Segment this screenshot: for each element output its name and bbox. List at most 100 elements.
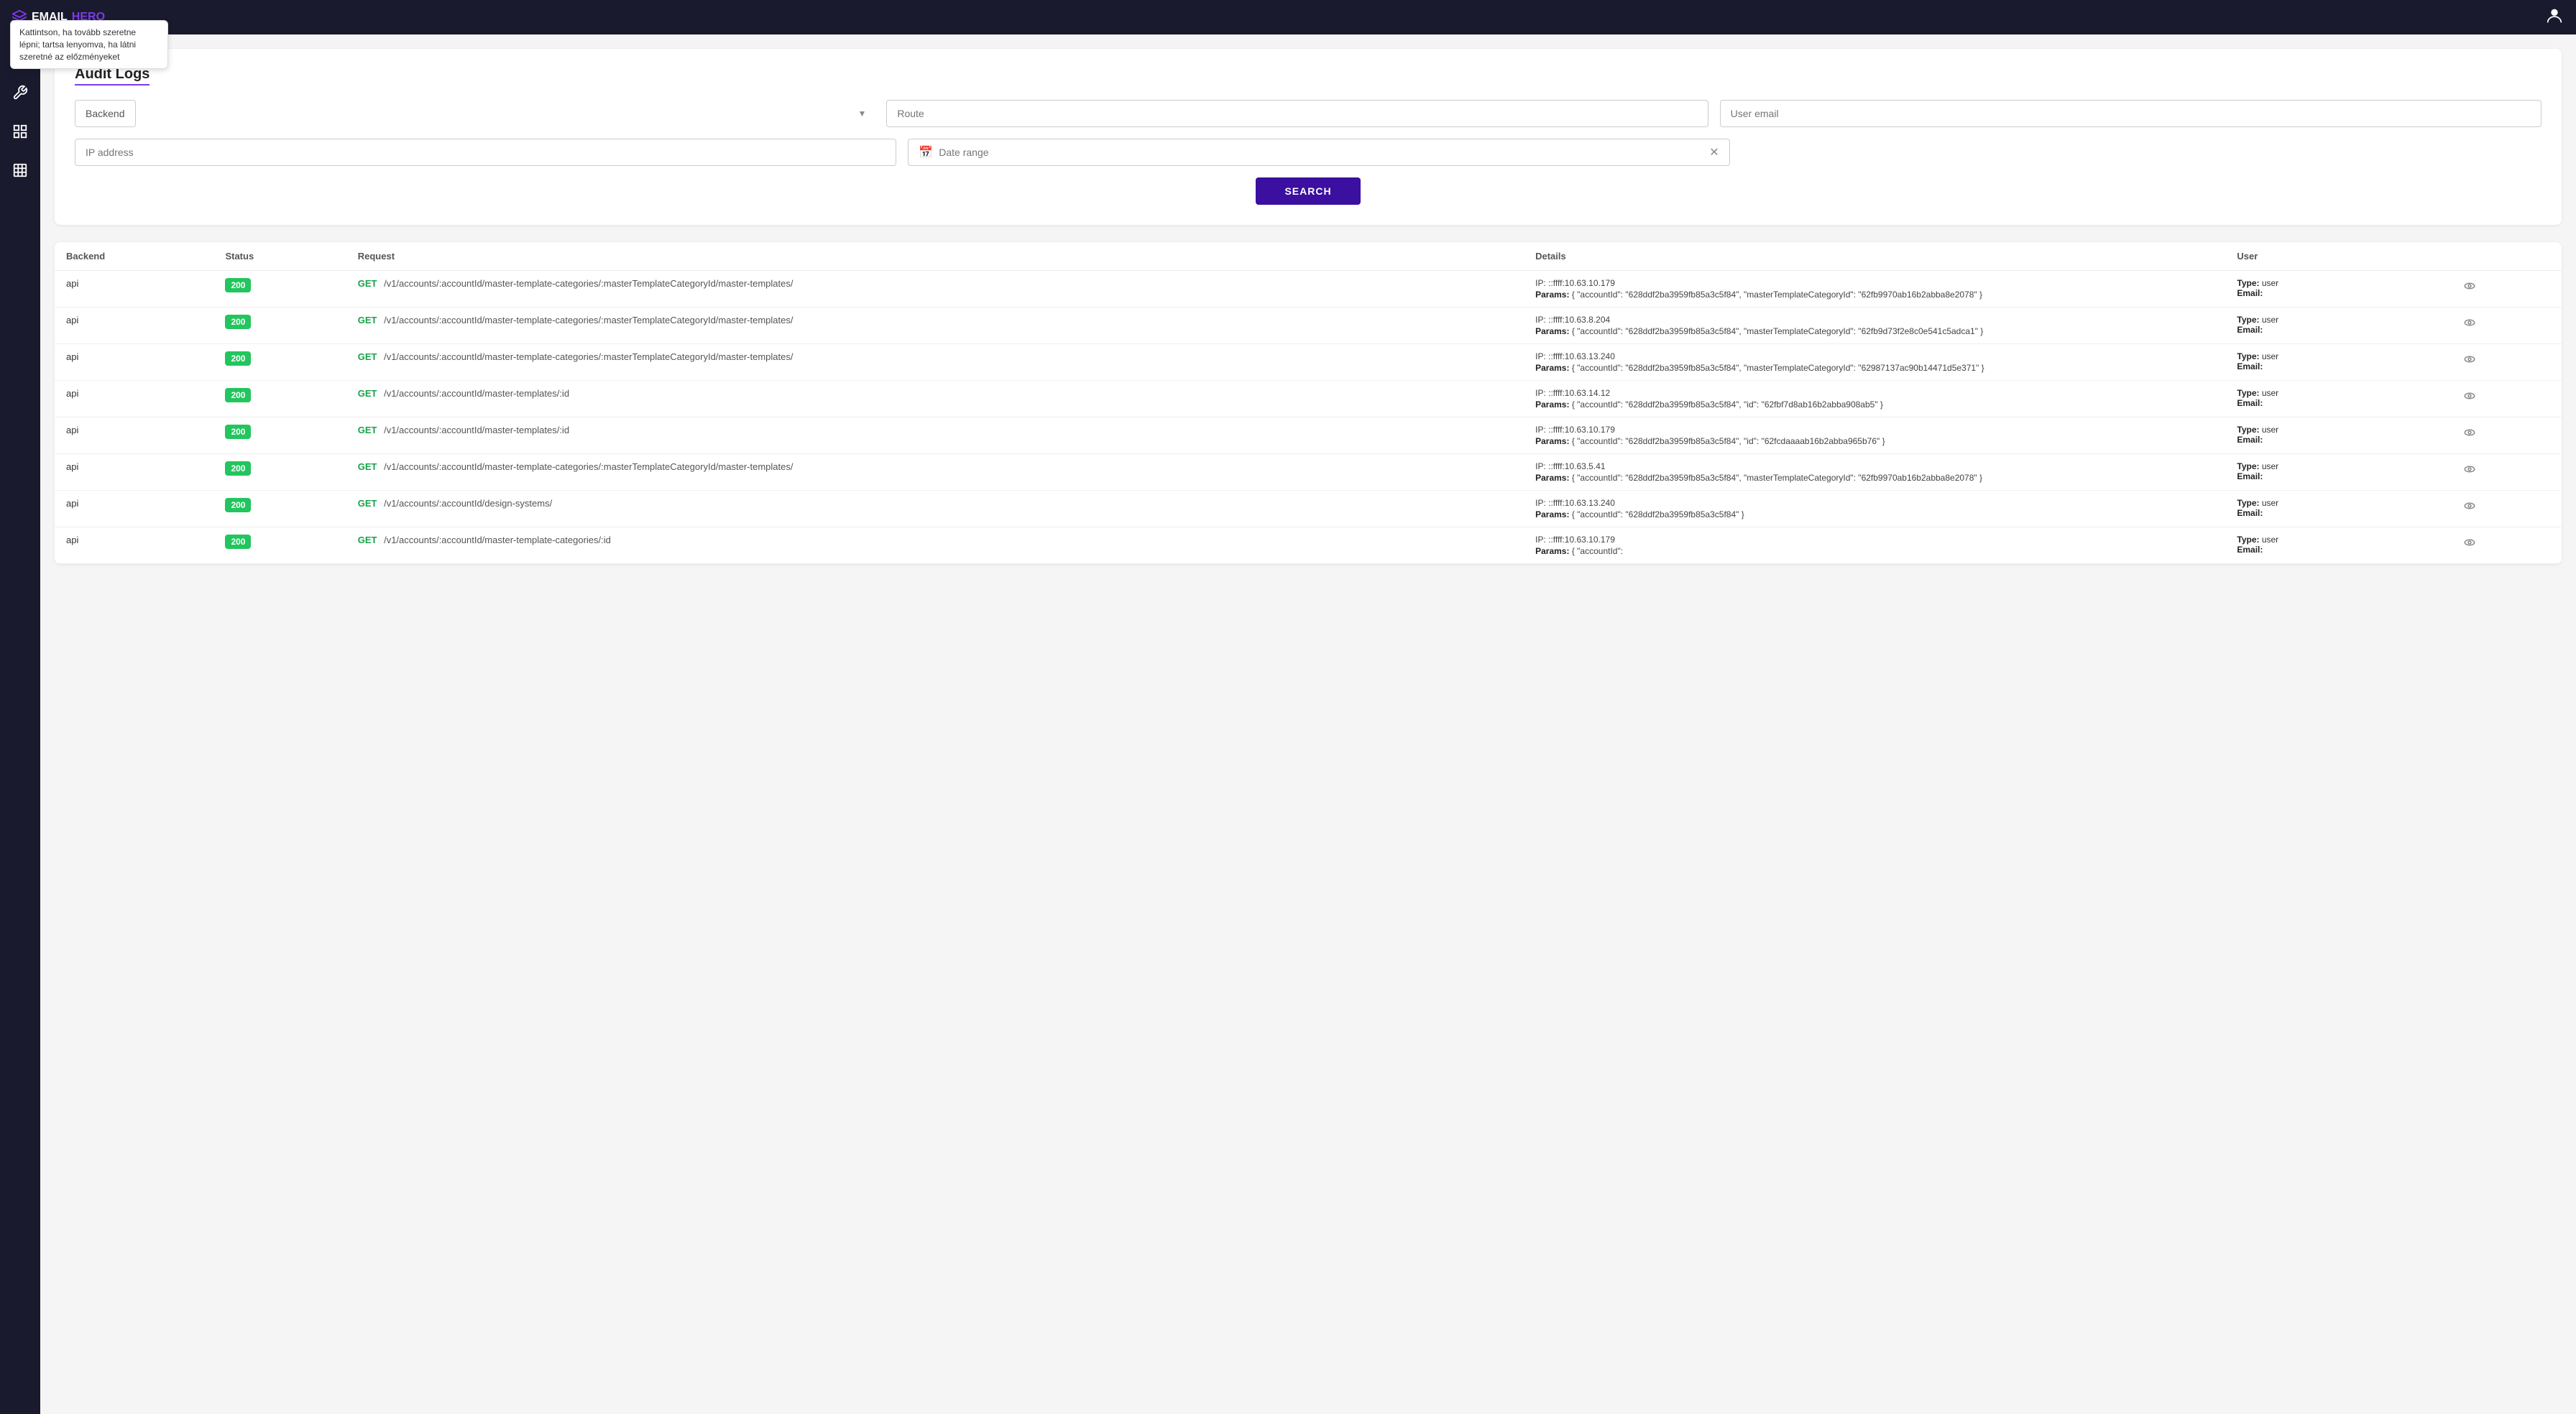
- sidebar-item-tools[interactable]: [0, 73, 40, 112]
- view-button[interactable]: [2459, 425, 2480, 444]
- type-label: Type:: [2237, 388, 2259, 398]
- col-details: Details: [1524, 242, 2225, 271]
- table-row: api 200 GET /v1/accounts/:accountId/mast…: [55, 454, 2562, 491]
- method-label: GET: [358, 461, 377, 472]
- detail-ip: IP: ::ffff:10.63.10.179: [1535, 278, 2214, 288]
- route-text: /v1/accounts/:accountId/master-template-…: [384, 315, 793, 325]
- date-range-input[interactable]: [939, 147, 1709, 158]
- cell-action: [2447, 344, 2562, 381]
- table-row: api 200 GET /v1/accounts/:accountId/mast…: [55, 527, 2562, 564]
- user-email-input[interactable]: [1720, 100, 2542, 127]
- status-badge: 200: [225, 535, 251, 549]
- view-button[interactable]: [2459, 498, 2480, 517]
- cell-backend: api: [55, 271, 213, 308]
- status-badge: 200: [225, 351, 251, 366]
- cell-action: [2447, 527, 2562, 564]
- email-label: Email:: [2237, 471, 2263, 481]
- view-button[interactable]: [2459, 278, 2480, 297]
- calendar-icon: 📅: [919, 145, 933, 160]
- backend-select[interactable]: Backend api auth email: [75, 100, 136, 127]
- user-avatar-icon[interactable]: [2544, 6, 2564, 29]
- cell-status: 200: [213, 271, 346, 308]
- cell-details: IP: ::ffff:10.63.8.204 Params: { "accoun…: [1524, 308, 2225, 344]
- cell-status: 200: [213, 527, 346, 564]
- spacer: [1742, 139, 2542, 166]
- cell-status: 200: [213, 344, 346, 381]
- type-label: Type:: [2237, 535, 2259, 545]
- email-label: Email:: [2237, 508, 2263, 518]
- sidebar-item-grid[interactable]: [0, 112, 40, 151]
- status-badge: 200: [225, 278, 251, 292]
- cell-user: Type: user Email:: [2225, 344, 2447, 381]
- route-text: /v1/accounts/:accountId/master-templates…: [384, 388, 569, 399]
- detail-ip: IP: ::ffff:10.63.14.12: [1535, 388, 2214, 398]
- search-row: SEARCH: [75, 177, 2542, 205]
- method-label: GET: [358, 278, 377, 289]
- search-button[interactable]: SEARCH: [1256, 177, 1360, 205]
- method-label: GET: [358, 388, 377, 399]
- backend-select-wrapper: Backend api auth email ▼: [75, 100, 875, 127]
- col-user: User: [2225, 242, 2447, 271]
- route-text: /v1/accounts/:accountId/master-templates…: [384, 425, 569, 435]
- clear-date-icon[interactable]: ✕: [1709, 145, 1719, 160]
- cell-action: [2447, 454, 2562, 491]
- cell-details: IP: ::ffff:10.63.14.12 Params: { "accoun…: [1524, 381, 2225, 417]
- view-button[interactable]: [2459, 535, 2480, 554]
- view-button[interactable]: [2459, 315, 2480, 334]
- detail-params: Params: { "accountId": "628ddf2ba3959fb8…: [1535, 290, 2214, 300]
- method-label: GET: [358, 315, 377, 325]
- cell-backend: api: [55, 491, 213, 527]
- cell-details: IP: ::ffff:10.63.5.41 Params: { "account…: [1524, 454, 2225, 491]
- method-label: GET: [358, 425, 377, 435]
- sidebar-item-table[interactable]: [0, 151, 40, 190]
- status-badge: 200: [225, 388, 251, 402]
- ip-address-input[interactable]: [75, 139, 896, 166]
- cell-backend: api: [55, 454, 213, 491]
- detail-ip: IP: ::ffff:10.63.10.179: [1535, 425, 2214, 435]
- status-badge: 200: [225, 315, 251, 329]
- method-label: GET: [358, 535, 377, 545]
- detail-ip: IP: ::ffff:10.63.8.204: [1535, 315, 2214, 325]
- type-label: Type:: [2237, 278, 2259, 288]
- table-row: api 200 GET /v1/accounts/:accountId/mast…: [55, 381, 2562, 417]
- detail-params: Params: { "accountId": "628ddf2ba3959fb8…: [1535, 509, 2214, 519]
- detail-params: Params: { "accountId": "628ddf2ba3959fb8…: [1535, 473, 2214, 483]
- cell-action: [2447, 491, 2562, 527]
- detail-ip: IP: ::ffff:10.63.5.41: [1535, 461, 2214, 471]
- cell-backend: api: [55, 308, 213, 344]
- route-text: /v1/accounts/:accountId/master-template-…: [384, 535, 611, 545]
- email-label: Email:: [2237, 325, 2263, 335]
- email-label: Email:: [2237, 398, 2263, 408]
- type-label: Type:: [2237, 315, 2259, 325]
- email-label: Email:: [2237, 435, 2263, 445]
- col-backend: Backend: [55, 242, 213, 271]
- cell-details: IP: ::ffff:10.63.13.240 Params: { "accou…: [1524, 344, 2225, 381]
- date-range-wrapper: 📅 ✕: [908, 139, 1729, 166]
- cell-request: GET /v1/accounts/:accountId/master-templ…: [346, 527, 1524, 564]
- type-label: Type:: [2237, 425, 2259, 435]
- view-button[interactable]: [2459, 461, 2480, 481]
- cell-details: IP: ::ffff:10.63.10.179 Params: { "accou…: [1524, 417, 2225, 454]
- route-text: /v1/accounts/:accountId/master-template-…: [384, 351, 793, 362]
- method-label: GET: [358, 498, 377, 509]
- view-button[interactable]: [2459, 351, 2480, 371]
- cell-backend: api: [55, 381, 213, 417]
- filter-row-2: 📅 ✕: [75, 139, 2542, 166]
- topbar: EMAILHERO: [0, 0, 2576, 34]
- detail-ip: IP: ::ffff:10.63.13.240: [1535, 498, 2214, 508]
- cell-request: GET /v1/accounts/:accountId/design-syste…: [346, 491, 1524, 527]
- view-button[interactable]: [2459, 388, 2480, 407]
- cell-user: Type: user Email:: [2225, 381, 2447, 417]
- cell-request: GET /v1/accounts/:accountId/master-templ…: [346, 417, 1524, 454]
- table-row: api 200 GET /v1/accounts/:accountId/mast…: [55, 344, 2562, 381]
- chevron-down-icon: ▼: [857, 108, 866, 119]
- sidebar: [0, 34, 40, 1414]
- method-label: GET: [358, 351, 377, 362]
- route-input[interactable]: [886, 100, 1708, 127]
- cell-details: IP: ::ffff:10.63.10.179 Params: { "accou…: [1524, 527, 2225, 564]
- cell-backend: api: [55, 527, 213, 564]
- col-request: Request: [346, 242, 1524, 271]
- col-status: Status: [213, 242, 346, 271]
- detail-params: Params: { "accountId": "628ddf2ba3959fb8…: [1535, 326, 2214, 336]
- tooltip-text: Kattintson, ha tovább szeretne lépni; ta…: [19, 27, 136, 62]
